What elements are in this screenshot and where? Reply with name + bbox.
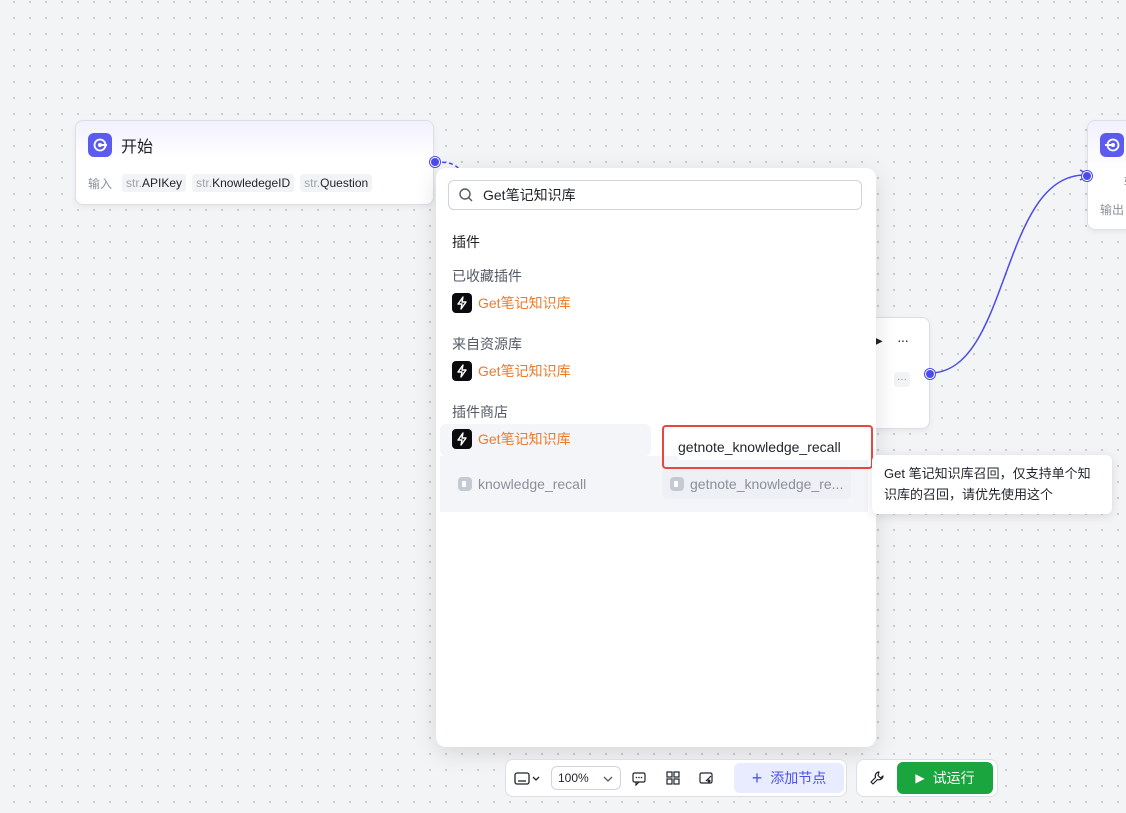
resource-title: 来自资源库: [452, 336, 522, 352]
start-node[interactable]: 开始 输入 str.APIKey str.KnowledegeID str.Qu…: [75, 120, 434, 205]
tool-name: knowledge_recall: [478, 476, 587, 492]
favorites-title: 已收藏插件: [452, 268, 522, 284]
tool-icon: [458, 477, 472, 491]
tool-name-tooltip: getnote_knowledge_recall: [678, 434, 868, 460]
end-node-output-label: 输出: [1100, 203, 1125, 217]
getnote-logo-icon: [452, 429, 472, 449]
store-plugin-item[interactable]: Get笔记知识库: [452, 428, 571, 450]
node-more-button[interactable]: ···: [897, 332, 909, 348]
start-node-title: 开始: [121, 139, 154, 156]
getnote-logo-icon: [452, 361, 472, 381]
tool-item-getnote-knowledge-recall[interactable]: getnote_knowledge_re...: [662, 469, 852, 499]
end-node[interactable]: 转 输出: [1087, 120, 1126, 230]
layout-grid-icon[interactable]: [665, 770, 681, 786]
interaction-mode-icon[interactable]: [514, 770, 542, 786]
plugin-name: Get笔记知识库: [478, 363, 571, 379]
start-icon: [88, 133, 112, 157]
comment-icon[interactable]: [631, 770, 647, 787]
add-node-button[interactable]: + 添加节点: [734, 763, 844, 793]
minimap-icon[interactable]: [698, 770, 714, 786]
favorites-plugin-item[interactable]: Get笔记知识库: [452, 292, 571, 314]
store-title: 插件商店: [452, 404, 508, 420]
start-output-port[interactable]: [430, 157, 440, 167]
resource-plugin-item[interactable]: Get笔记知识库: [452, 360, 571, 382]
search-box[interactable]: [448, 180, 862, 210]
chevron-down-icon: [603, 776, 613, 782]
tool-icon: [670, 477, 684, 491]
node-param-ellipsis: ···: [894, 372, 910, 387]
zoom-value: 100%: [558, 771, 589, 785]
tool-description-tooltip: Get 笔记知识库召回，仅支持单个知识库的召回，请优先使用这个: [872, 455, 1112, 514]
play-icon: ▶: [915, 771, 925, 785]
plugin-name: Get笔记知识库: [478, 295, 571, 311]
test-run-label: 试运行: [932, 770, 975, 786]
plugin-name: Get笔记知识库: [478, 431, 571, 447]
start-node-header: 开始: [88, 133, 153, 157]
plugin-node-output-port[interactable]: [925, 369, 935, 379]
search-input[interactable]: [483, 187, 843, 203]
search-icon: [449, 187, 483, 203]
run-toolbar: ▶ 试运行: [856, 759, 998, 797]
param-tag: str.Question: [300, 174, 373, 192]
plus-icon: +: [751, 768, 763, 788]
tool-name: getnote_knowledge_re...: [690, 476, 844, 492]
start-node-inputs: 输入 str.APIKey str.KnowledegeID str.Quest…: [88, 174, 373, 192]
test-run-button[interactable]: ▶ 试运行: [897, 762, 993, 794]
end-input-port[interactable]: [1082, 171, 1092, 181]
canvas-toolbar: 100% + 添加节点: [505, 759, 847, 797]
tool-name-tooltip-highlight: getnote_knowledge_recall: [662, 425, 873, 469]
tool-item-knowledge-recall[interactable]: knowledge_recall: [458, 473, 586, 495]
node-play-icon[interactable]: ▶: [875, 336, 883, 347]
zoom-select[interactable]: 100%: [551, 766, 621, 790]
edge-mid-to-end: [929, 174, 1086, 374]
param-tag: str.APIKey: [122, 174, 187, 192]
add-node-label: 添加节点: [770, 770, 827, 786]
getnote-logo-icon: [452, 293, 472, 313]
end-icon: [1100, 133, 1124, 157]
input-label: 输入: [88, 176, 113, 191]
section-title-plugins: 插件: [452, 234, 480, 250]
wrench-icon[interactable]: [869, 770, 885, 786]
param-tag: str.KnowledegeID: [192, 174, 295, 192]
